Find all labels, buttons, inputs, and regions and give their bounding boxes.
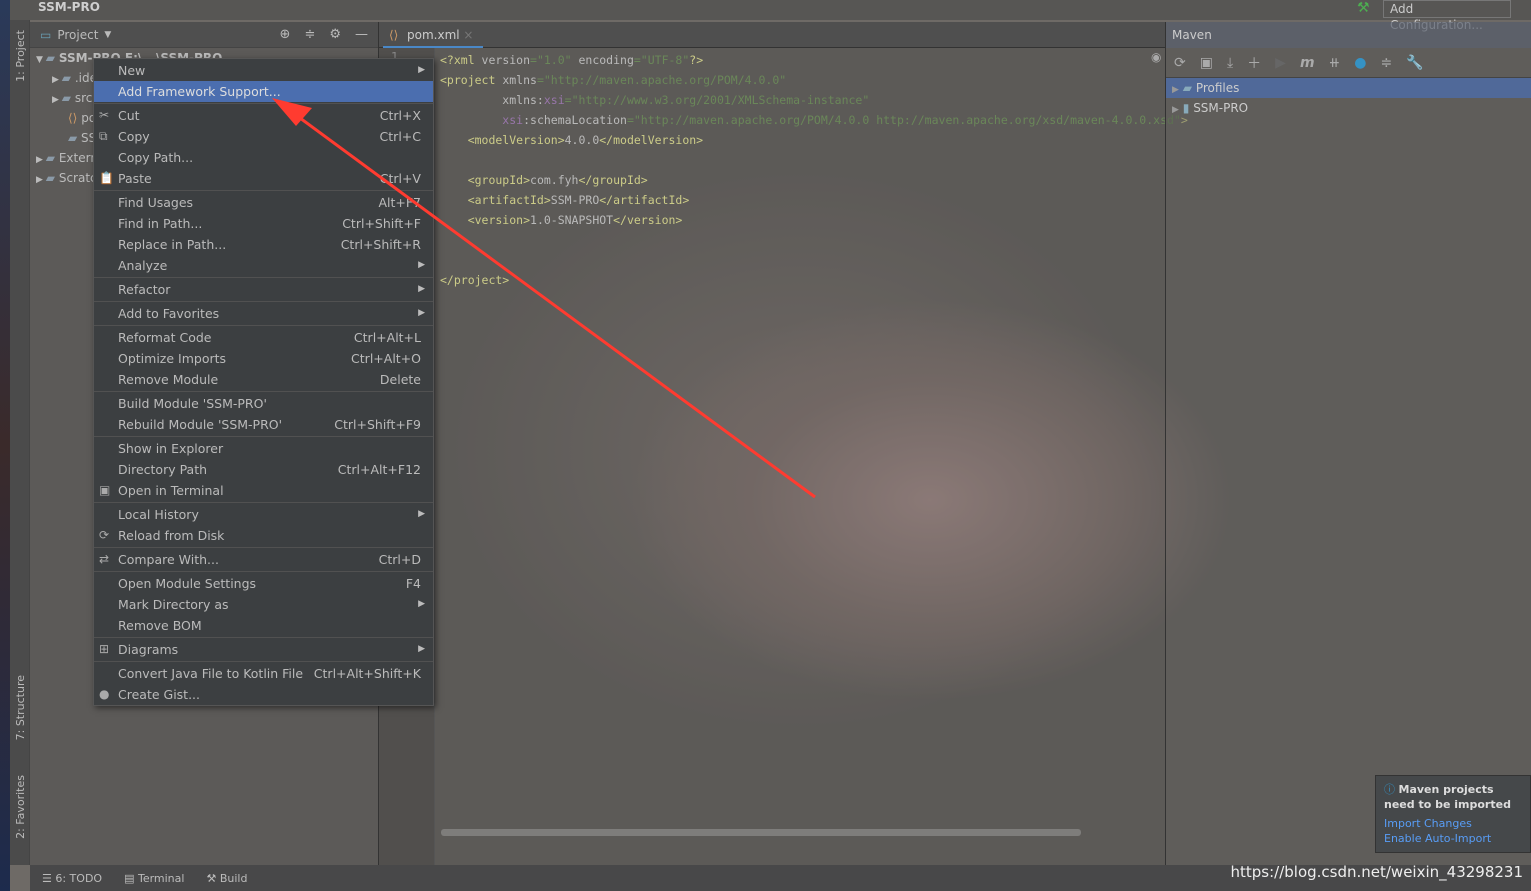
annotation-arrow bbox=[272, 98, 816, 499]
arrow-shaft bbox=[299, 116, 816, 499]
